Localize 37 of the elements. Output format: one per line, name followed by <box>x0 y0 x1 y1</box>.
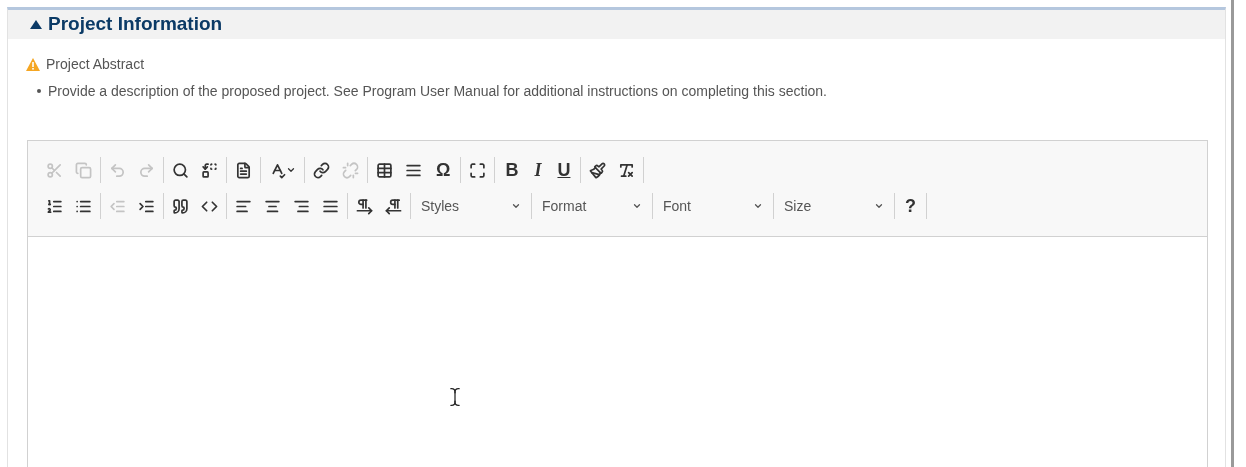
undo-icon <box>109 161 126 179</box>
clear-format-icon <box>618 161 636 179</box>
replace-icon <box>201 161 218 179</box>
caret-icon <box>632 201 642 211</box>
pilcrow-right-icon <box>356 197 373 215</box>
section-header[interactable]: Project Information <box>8 10 1225 39</box>
collapse-triangle-icon <box>30 19 42 29</box>
paintbrush-icon <box>589 161 607 179</box>
toolbar-button[interactable]: U <box>549 157 579 183</box>
field-label: Project Abstract <box>46 54 145 74</box>
spellcheck-icon <box>269 161 286 179</box>
instruction-text: Provide a description of the proposed project. See Program User Manual for additional instructions on completing this section. <box>48 81 827 101</box>
search-icon <box>172 161 189 179</box>
format-dropdown[interactable]: Styles <box>413 193 529 219</box>
format-dropdown[interactable]: Format <box>534 193 650 219</box>
caret-icon <box>511 201 521 211</box>
caret-icon <box>286 165 296 175</box>
toolbar-button[interactable]: Ω <box>428 157 459 183</box>
table-icon <box>376 161 393 179</box>
link-icon <box>313 161 330 179</box>
format-dropdown[interactable]: Size <box>776 193 892 219</box>
toolbar-button[interactable]: ? <box>897 193 924 219</box>
redo-icon <box>138 161 155 179</box>
unlink-icon <box>342 161 359 179</box>
pilcrow-left-icon <box>385 197 402 215</box>
document-icon <box>235 161 252 179</box>
caret-icon <box>753 201 763 211</box>
toolbar-button[interactable]: B <box>497 157 527 183</box>
caret-icon <box>874 201 884 211</box>
maximize-icon <box>469 161 487 179</box>
quote-icon <box>172 197 189 215</box>
format-dropdown[interactable]: Font <box>655 193 771 219</box>
copy-icon <box>75 161 92 179</box>
toolbar-button[interactable]: I <box>526 157 550 183</box>
numbered-list-icon <box>46 197 63 215</box>
scissors-icon <box>46 161 63 179</box>
bullet-icon <box>37 89 41 93</box>
